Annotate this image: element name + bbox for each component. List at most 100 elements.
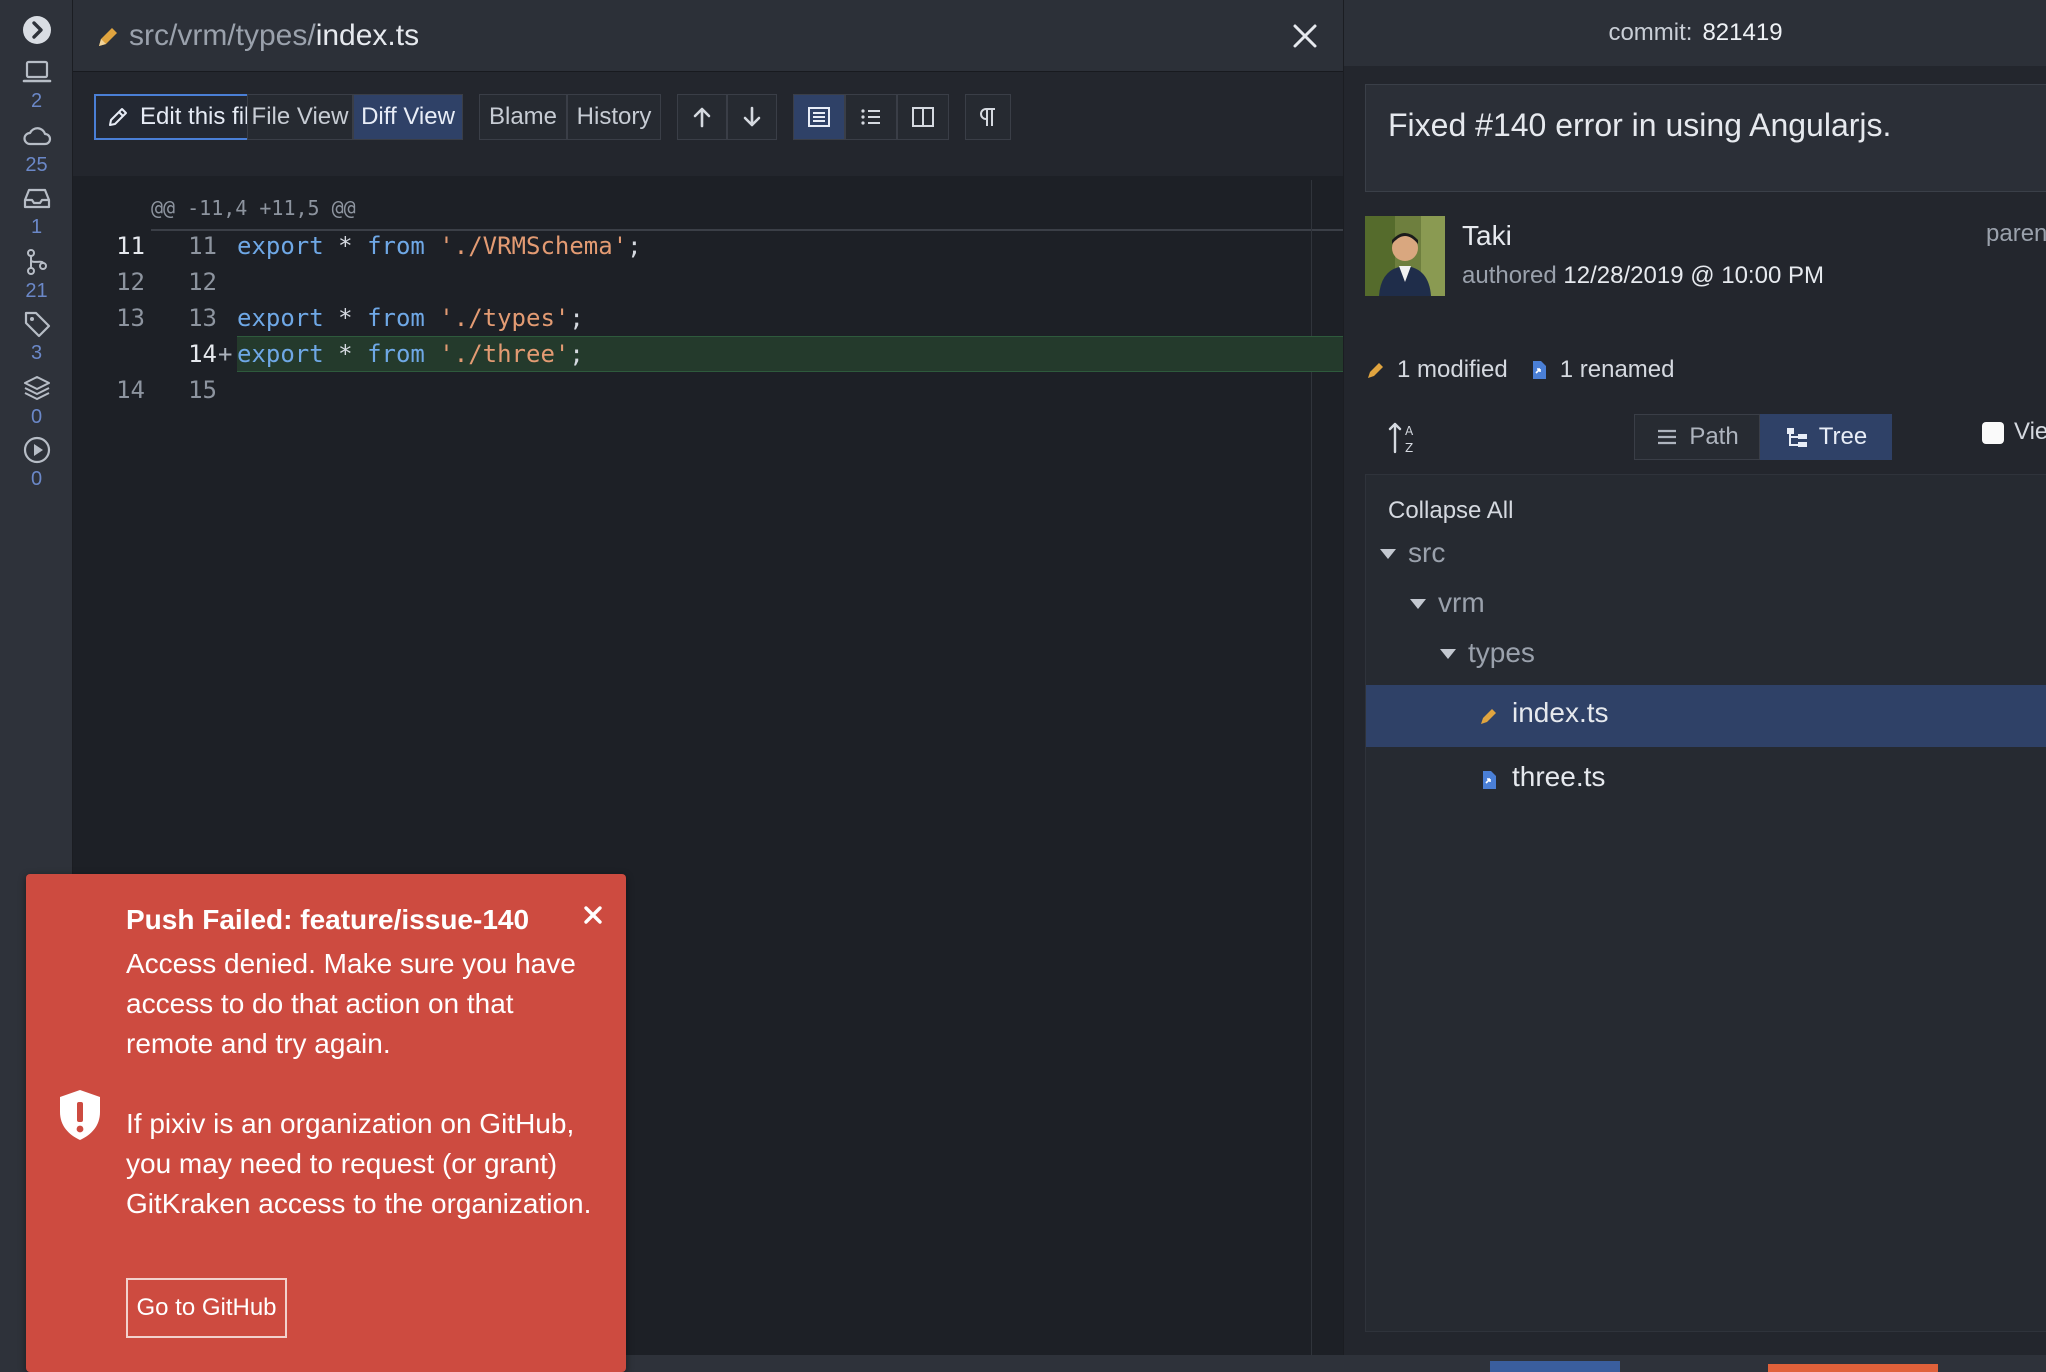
avatar (1365, 216, 1445, 296)
rail-remote-button[interactable]: 25 (0, 120, 73, 176)
rail-branch-count: 21 (25, 280, 48, 302)
diff-line: 12 12 (73, 264, 1343, 300)
pencil-icon (1481, 709, 1496, 724)
toast-title: Push Failed: feature/issue-140 (126, 904, 530, 935)
added-marker: + (218, 340, 233, 368)
rail-local-count: 2 (30, 90, 43, 112)
toast-message: Access denied. Make sure you have access… (126, 948, 576, 1059)
old-line-number: 11 (116, 232, 145, 260)
inline-view-button[interactable] (845, 94, 897, 140)
renamed-file-icon (1483, 771, 1496, 789)
tree-folder-label: vrm (1438, 587, 1485, 618)
tree-file-three[interactable]: three.ts (1366, 749, 2046, 811)
rail-toggle-button[interactable] (0, 14, 73, 46)
pencil-icon (99, 28, 117, 46)
sort-az-icon[interactable]: A Z (1388, 420, 1422, 456)
code-keyword: export (237, 232, 324, 260)
old-line-number: 14 (116, 376, 145, 404)
rail-actions-button[interactable]: 0 (0, 434, 73, 490)
tree-folder-types[interactable]: types (1366, 631, 2046, 679)
split-view-button[interactable] (897, 94, 949, 140)
author-name: Taki (1462, 220, 1512, 251)
old-line-number: 12 (116, 268, 145, 296)
path-view-button[interactable]: Path (1634, 414, 1760, 460)
diff-line: 13 13 export * from './types'; (73, 300, 1343, 336)
file-tree: Collapse All src vrm types index.ts thre… (1365, 474, 2046, 1332)
file-path-name: index.ts (315, 19, 420, 52)
renamed-file-icon (1532, 361, 1546, 379)
status-bar-button[interactable] (1490, 1361, 1620, 1372)
svg-text:A: A (1405, 424, 1414, 438)
authored-date: 12/28/2019 @ 10:00 PM (1563, 262, 1824, 289)
renamed-count: 1 renamed (1559, 356, 1675, 383)
rail-actions-count: 0 (30, 468, 43, 490)
code-punctuation: ; (569, 304, 584, 332)
caret-down-icon (1440, 649, 1456, 659)
status-bar-indicator (1768, 1364, 1938, 1372)
tree-folder-label: src (1408, 537, 1446, 568)
tab-diff-view[interactable]: Diff View (353, 94, 463, 140)
pencil-icon (1368, 363, 1383, 378)
rail-tag-count: 3 (30, 342, 43, 364)
rail-stashes-button[interactable]: 0 (0, 372, 73, 428)
pull-request-icon (26, 249, 47, 275)
close-icon[interactable] (1287, 18, 1323, 54)
commit-message: Fixed #140 error in using Angularjs. (1365, 84, 2046, 192)
view-all-checkbox[interactable] (1982, 422, 2004, 444)
new-line-number: 12 (188, 268, 217, 296)
rail-pr-count: 1 (30, 216, 43, 238)
code-keyword: from (367, 304, 425, 332)
file-path-dir: src/vrm/types/ (129, 19, 316, 52)
rail-local-button[interactable]: 2 (0, 56, 73, 112)
menu-icon (1658, 429, 1677, 445)
rail-branches-button[interactable]: 21 (0, 246, 73, 302)
code-keyword: export (237, 340, 324, 368)
chevron-right-circle-icon (22, 16, 51, 44)
tab-history-label: History (576, 103, 652, 130)
rail-tags-button[interactable]: 3 (0, 308, 73, 364)
tree-folder-vrm[interactable]: vrm (1366, 581, 2046, 629)
change-summary: 1 modified 1 renamed (1365, 356, 1674, 384)
laptop-icon (22, 60, 51, 83)
go-to-github-button[interactable]: Go to GitHub (126, 1278, 287, 1338)
code-punctuation: ; (627, 232, 642, 260)
prev-change-button[interactable] (677, 94, 727, 140)
tree-file-label: index.ts (1512, 697, 1609, 728)
close-icon[interactable] (582, 904, 604, 926)
tab-file-view[interactable]: File View (247, 94, 353, 140)
old-line-number: 13 (116, 304, 145, 332)
svg-text:Z: Z (1405, 441, 1413, 455)
split-view-icon (912, 107, 934, 127)
toast-message-detail: If pixiv is an organization on GitHub, y… (126, 1108, 592, 1219)
tab-blame[interactable]: Blame (479, 94, 567, 140)
new-line-number: 11 (188, 232, 217, 260)
code-punctuation: ; (569, 340, 584, 368)
hunk-view-button[interactable] (793, 94, 845, 140)
tab-history[interactable]: History (567, 94, 661, 140)
tree-folder-label: types (1468, 637, 1535, 668)
parent-label[interactable]: paren (1986, 220, 2046, 248)
list-box-icon (808, 107, 830, 127)
cloud-icon (22, 127, 51, 146)
rail-remote-count: 25 (25, 154, 48, 176)
rail-stash-count: 0 (30, 406, 43, 428)
tab-file-view-label: File View (251, 103, 349, 130)
code-string: './types' (424, 304, 570, 332)
collapse-all-link[interactable]: Collapse All (1388, 497, 1513, 525)
authored-label: authored (1462, 262, 1557, 289)
view-all-label: Vie (2014, 418, 2046, 445)
list-icon (861, 109, 880, 125)
tree-view-button[interactable]: Tree (1760, 414, 1892, 460)
diff-line: 11 11 export * from './VRMSchema'; (73, 228, 1343, 264)
show-whitespace-button[interactable] (965, 94, 1011, 140)
tab-diff-view-label: Diff View (361, 103, 455, 130)
layers-icon (23, 376, 50, 400)
tree-file-index[interactable]: index.ts (1366, 685, 2046, 747)
code-text: export * from './types'; (237, 300, 584, 336)
rail-pull-requests-button[interactable]: 1 (0, 182, 73, 238)
tree-folder-src[interactable]: src (1366, 531, 2046, 579)
commit-sha[interactable]: 821419 (1702, 19, 1782, 47)
next-change-button[interactable] (727, 94, 777, 140)
tab-blame-label: Blame (488, 103, 558, 130)
code-keyword: from (367, 340, 425, 368)
